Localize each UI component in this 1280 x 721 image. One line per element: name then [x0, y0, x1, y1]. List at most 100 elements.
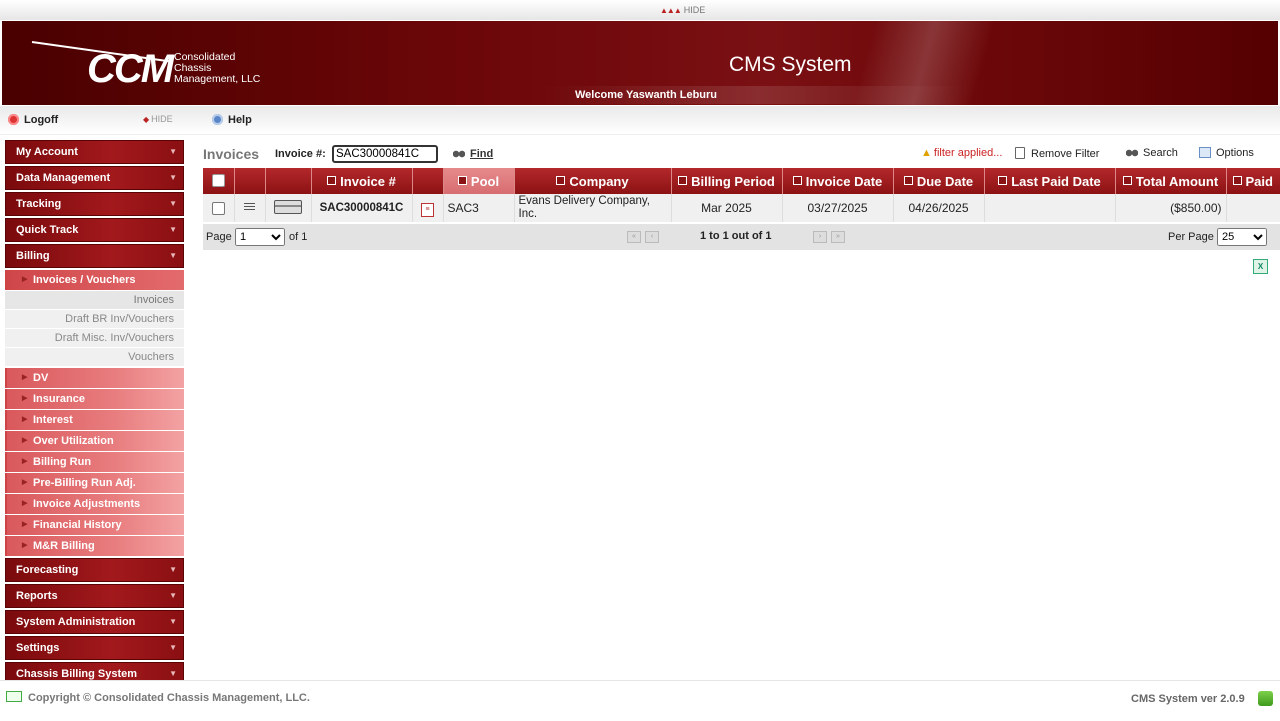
- status-indicator-icon: [1258, 691, 1273, 706]
- menu-system-administration[interactable]: System Administration ▼: [5, 610, 184, 634]
- col-last-paid-date[interactable]: Last Paid Date: [984, 168, 1116, 194]
- page-select[interactable]: 1: [235, 228, 285, 246]
- per-page-label: Per Page: [1168, 231, 1214, 243]
- col-paid[interactable]: Paid: [1226, 168, 1280, 194]
- caret-right-icon: ▶: [22, 374, 28, 381]
- record-count: 1 to 1 out of 1: [700, 230, 772, 242]
- table-header-row: Invoice # Pool Company Billing Period In…: [203, 168, 1280, 194]
- invoices-table: Invoice # Pool Company Billing Period In…: [203, 168, 1280, 222]
- caret-right-icon: ▶: [22, 479, 28, 486]
- filter-applied-indicator[interactable]: ▲ filter applied...: [921, 147, 1002, 159]
- help-button[interactable]: Help: [212, 114, 252, 126]
- footer: Copyright © Consolidated Chassis Managem…: [0, 680, 1280, 721]
- logoff-button[interactable]: Logoff: [8, 114, 58, 126]
- column-checkbox-icon: [556, 175, 566, 185]
- chevron-down-icon: ▼: [169, 591, 177, 600]
- per-page-select[interactable]: 25: [1217, 228, 1267, 246]
- submenu-invoices-vouchers[interactable]: ▶ Invoices / Vouchers: [5, 270, 184, 290]
- menu-quick-track[interactable]: Quick Track ▼: [5, 218, 184, 242]
- menu-settings[interactable]: Settings ▼: [5, 636, 184, 660]
- column-filter-icon: [457, 175, 467, 185]
- details-icon[interactable]: [244, 203, 255, 212]
- submenu-pre-billing[interactable]: ▶ Pre-Billing Run Adj.: [5, 473, 184, 493]
- chevron-down-icon: ▼: [169, 251, 177, 260]
- find-button[interactable]: Find: [453, 148, 493, 160]
- submenu-insurance[interactable]: ▶ Insurance: [5, 389, 184, 409]
- copyright: Copyright © Consolidated Chassis Managem…: [6, 691, 310, 704]
- column-checkbox-icon: [792, 175, 802, 185]
- select-all-header[interactable]: [203, 168, 235, 194]
- submenu-mr-billing[interactable]: ▶ M&R Billing: [5, 536, 184, 556]
- leaf-vouchers[interactable]: Vouchers: [5, 348, 184, 367]
- caret-right-icon: ▶: [22, 395, 28, 402]
- submenu-over-utilization[interactable]: ▶ Over Utilization: [5, 431, 184, 451]
- leaf-draft-misc[interactable]: Draft Misc. Inv/Vouchers: [5, 329, 184, 348]
- sidebar-hide-toggle[interactable]: ◆ HIDE: [143, 114, 173, 124]
- col-total-amount[interactable]: Total Amount: [1115, 168, 1227, 194]
- pdf-icon[interactable]: ≡: [421, 202, 434, 217]
- menu-data-management[interactable]: Data Management ▼: [5, 166, 184, 190]
- remove-filter-icon: [1015, 147, 1025, 159]
- version-label: CMS System ver 2.0.9: [1131, 693, 1245, 705]
- leaf-draft-br[interactable]: Draft BR Inv/Vouchers: [5, 310, 184, 329]
- first-page-icon[interactable]: «: [627, 231, 641, 243]
- header-banner: CCM Consolidated Chassis Management, LLC…: [2, 21, 1278, 105]
- page-of-label: of 1: [289, 231, 308, 243]
- prev-page-icon[interactable]: ‹: [645, 231, 659, 243]
- cell-invoice-number[interactable]: SAC30000841C: [311, 194, 413, 222]
- menu-tracking[interactable]: Tracking ▼: [5, 192, 184, 216]
- chevron-down-icon: ▼: [169, 617, 177, 626]
- company-name: Consolidated Chassis Management, LLC: [174, 51, 261, 85]
- caret-right-icon: ▶: [22, 276, 28, 283]
- chevron-down-icon: ▼: [169, 643, 177, 652]
- column-checkbox-icon: [1232, 175, 1242, 185]
- caret-right-icon: ▶: [22, 458, 28, 465]
- page-title: Invoices: [203, 146, 260, 162]
- excel-export-icon[interactable]: X: [1253, 259, 1268, 274]
- invoice-label: Invoice #:: [275, 148, 326, 160]
- column-checkbox-icon: [1122, 175, 1132, 185]
- payment-card-icon[interactable]: [274, 199, 302, 214]
- search-button[interactable]: Search: [1126, 147, 1178, 159]
- top-hide-toggle[interactable]: ▲▲▲ HIDE: [660, 5, 705, 15]
- collapse-left-icon: ◆: [143, 115, 149, 124]
- col-invoice-date[interactable]: Invoice Date: [782, 168, 894, 194]
- pagination-bar: Page 1 of 1 « ‹ 1 to 1 out of 1 › » Per …: [203, 224, 1280, 250]
- col-billing-period[interactable]: Billing Period: [671, 168, 783, 194]
- system-title: CMS System: [729, 53, 852, 76]
- next-page-icon[interactable]: ›: [813, 231, 827, 243]
- menu-forecasting[interactable]: Forecasting ▼: [5, 558, 184, 582]
- welcome-message: Welcome Yaswanth Leburu: [542, 86, 972, 104]
- col-due-date[interactable]: Due Date: [893, 168, 985, 194]
- cell-total-amount: ($850.00): [1115, 194, 1227, 222]
- menu-reports[interactable]: Reports ▼: [5, 584, 184, 608]
- submenu-interest[interactable]: ▶ Interest: [5, 410, 184, 430]
- menu-my-account[interactable]: My Account ▼: [5, 140, 184, 164]
- caret-right-icon: ▶: [22, 437, 28, 444]
- submenu-billing-run[interactable]: ▶ Billing Run: [5, 452, 184, 472]
- submenu-financial-history[interactable]: ▶ Financial History: [5, 515, 184, 535]
- col-pool[interactable]: Pool: [443, 168, 515, 194]
- chevron-down-icon: ▼: [169, 173, 177, 182]
- submenu-invoice-adjustments[interactable]: ▶ Invoice Adjustments: [5, 494, 184, 514]
- submenu-dv[interactable]: ▶ DV: [5, 368, 184, 388]
- col-invoice-number[interactable]: Invoice #: [311, 168, 413, 194]
- caret-right-icon: ▶: [22, 521, 28, 528]
- top-strip: ▲▲▲ HIDE: [0, 0, 1280, 20]
- last-page-icon[interactable]: »: [831, 231, 845, 243]
- table-row[interactable]: SAC30000841C ≡ SAC3 Evans Delivery Compa…: [203, 194, 1280, 222]
- chevron-down-icon: ▼: [169, 225, 177, 234]
- cell-billing-period: Mar 2025: [671, 194, 783, 222]
- row-checkbox[interactable]: [211, 202, 225, 216]
- remove-filter-button[interactable]: Remove Filter: [1015, 147, 1099, 160]
- caret-right-icon: ▶: [22, 542, 28, 549]
- cell-due-date: 04/26/2025: [893, 194, 985, 222]
- chevron-down-icon: ▼: [169, 565, 177, 574]
- options-button[interactable]: Options: [1199, 147, 1254, 159]
- collapse-icon: ▲▲▲: [660, 6, 682, 15]
- select-all-checkbox[interactable]: [211, 173, 225, 187]
- invoice-search-input[interactable]: [332, 145, 438, 163]
- menu-billing[interactable]: Billing ▼: [5, 244, 184, 268]
- col-company[interactable]: Company: [514, 168, 672, 194]
- leaf-invoices[interactable]: Invoices: [5, 291, 184, 310]
